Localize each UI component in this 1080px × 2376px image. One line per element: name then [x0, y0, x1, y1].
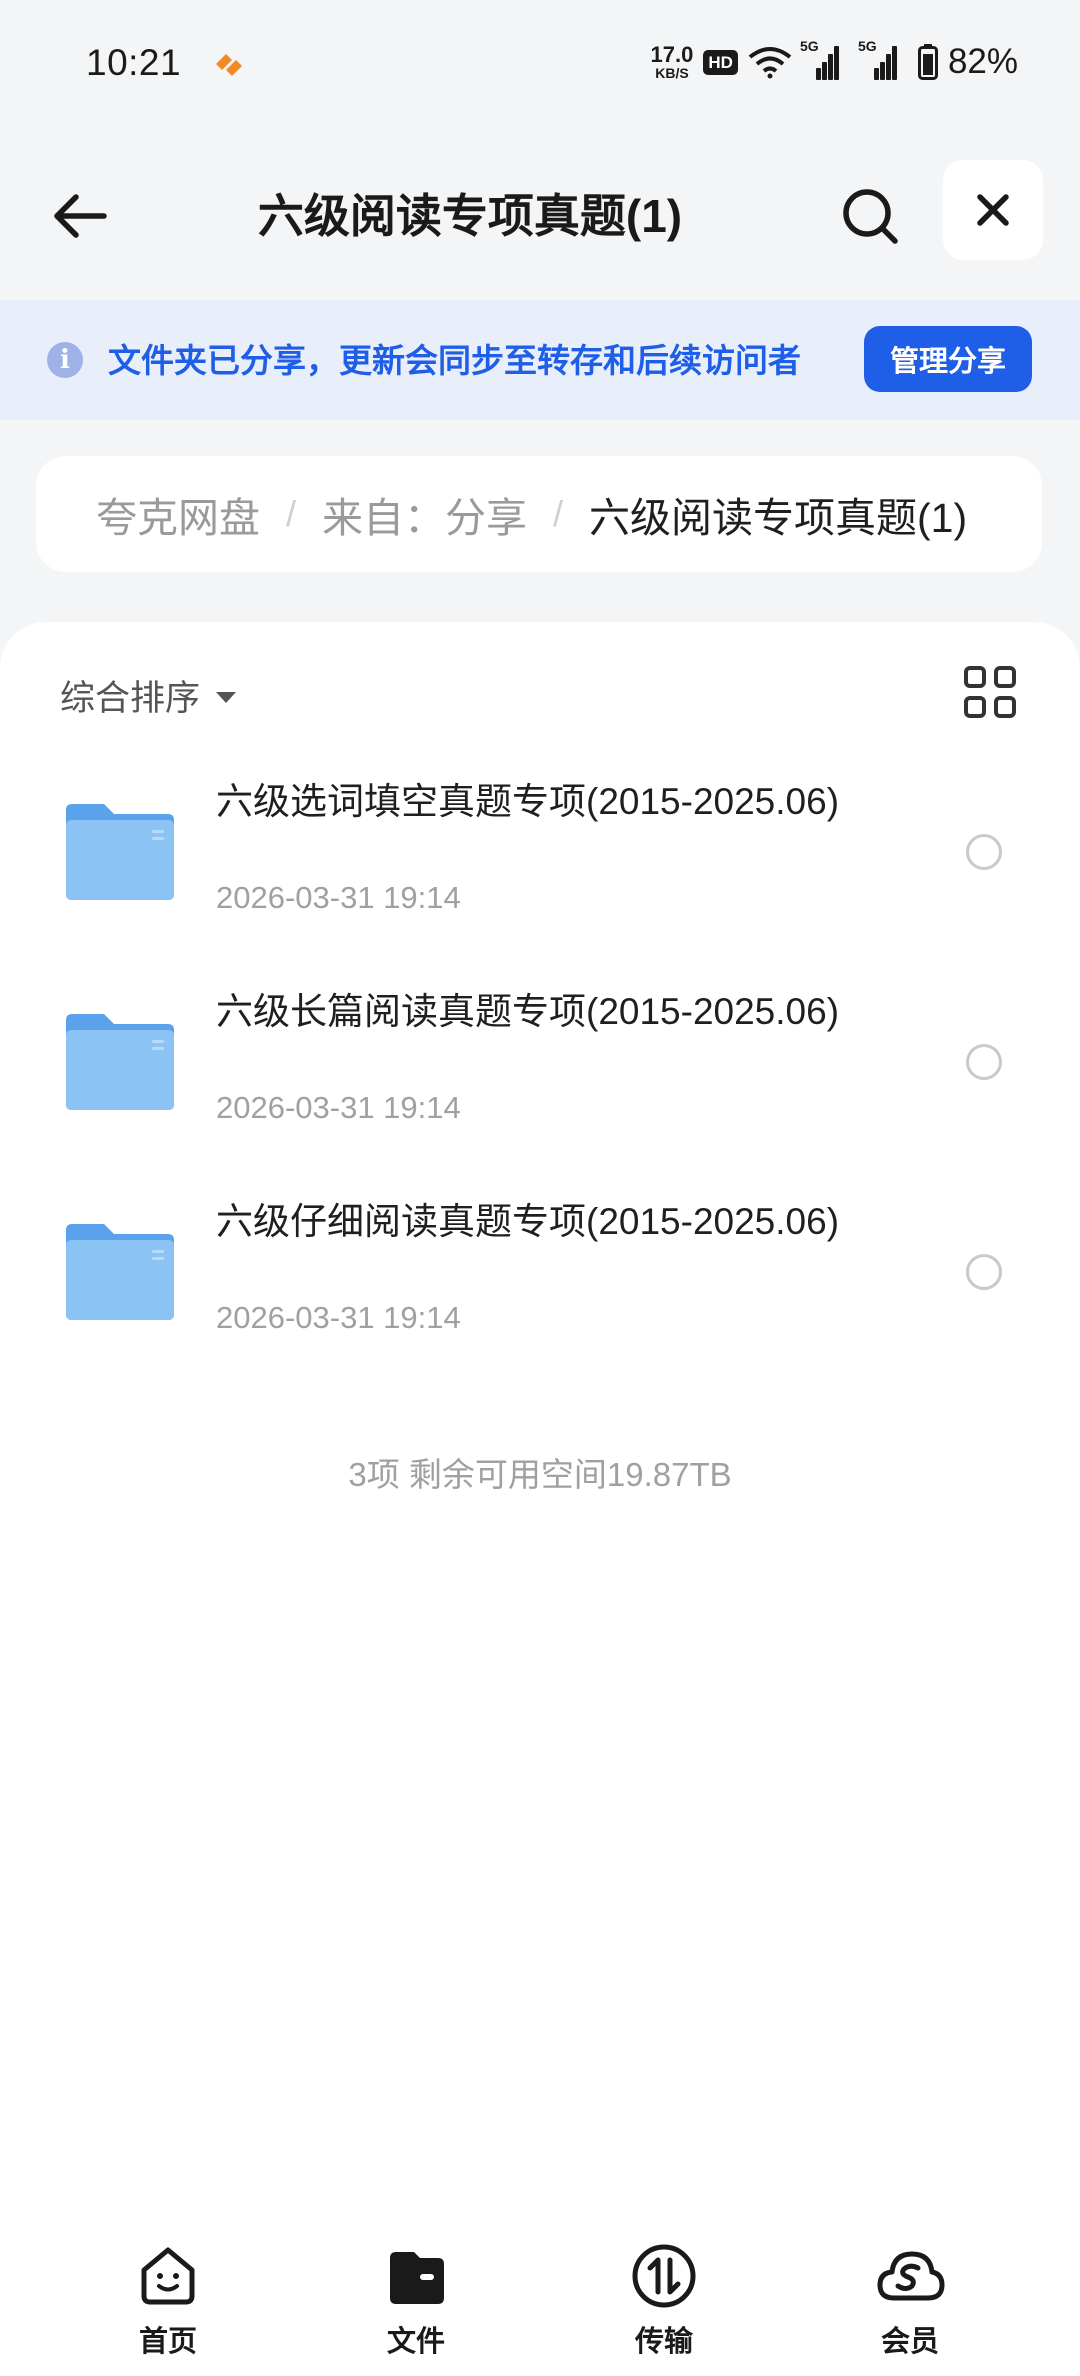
select-radio[interactable] — [966, 834, 1002, 870]
file-list-panel: 综合排序 六级选词填空真题专项(2015-2025.06) 2026-03-31… — [0, 622, 1080, 2376]
back-button[interactable] — [46, 182, 114, 250]
list-item[interactable]: 六级选词填空真题专项(2015-2025.06) 2026-03-31 19:1… — [0, 742, 1080, 952]
page: 10:21 17.0 KB/S HD 5G 5G 82% 六级阅读专项真题(1)… — [0, 0, 1080, 2376]
nav-label: 会员 — [880, 2326, 939, 2358]
cell-signal-1: 5G — [800, 38, 850, 80]
status-icons: 17.0 KB/S HD 5G 5G 82% — [650, 38, 1018, 84]
breadcrumb: 夸克网盘 / 来自：分享 / 六级阅读专项真题(1) — [36, 456, 1042, 572]
hd-badge: HD — [703, 49, 738, 75]
battery-icon — [917, 44, 938, 80]
caret-down-icon — [216, 692, 237, 703]
header: 六级阅读专项真题(1) — [0, 160, 1080, 300]
folder-wallet-icon — [390, 2252, 444, 2304]
info-icon: i — [47, 342, 83, 378]
nav-label: 传输 — [634, 2326, 693, 2358]
breadcrumb-item-shared[interactable]: 来自：分享 — [322, 484, 527, 544]
folder-icon — [66, 1224, 174, 1320]
status-time: 10:21 — [86, 42, 182, 83]
file-date: 2026-03-31 19:14 — [216, 1090, 461, 1125]
list-item[interactable]: 六级仔细阅读真题专项(2015-2025.06) 2026-03-31 19:1… — [0, 1162, 1080, 1372]
sort-button[interactable]: 综合排序 — [60, 670, 237, 721]
folder-icon — [66, 804, 174, 900]
file-date: 2026-03-31 19:14 — [216, 1300, 461, 1335]
nav-files[interactable]: 文件 — [356, 2240, 476, 2360]
select-radio[interactable] — [966, 1044, 1002, 1080]
page-title: 六级阅读专项真题(1) — [257, 190, 683, 242]
breadcrumb-separator: / — [553, 493, 564, 534]
home-smile-icon — [141, 2247, 195, 2305]
bottom-nav: 首页 文件 传输 会员 — [0, 2222, 1080, 2376]
file-name: 六级仔细阅读真题专项(2015-2025.06) — [216, 1201, 840, 1242]
nav-label: 首页 — [138, 2326, 197, 2358]
breadcrumb-item-root[interactable]: 夸克网盘 — [96, 484, 260, 544]
nav-home[interactable]: 首页 — [108, 2240, 228, 2360]
wifi-icon — [748, 47, 792, 79]
search-icon — [843, 189, 898, 244]
search-button[interactable] — [836, 182, 904, 250]
close-icon — [977, 194, 1009, 226]
file-name: 六级长篇阅读真题专项(2015-2025.06) — [216, 991, 840, 1032]
folder-icon — [66, 1014, 174, 1110]
status-bar: 10:21 17.0 KB/S HD 5G 5G 82% — [0, 0, 1080, 130]
breadcrumb-item-current: 六级阅读专项真题(1) — [589, 495, 968, 541]
storage-summary: 3项 剩余可用空间19.87TB — [348, 1456, 732, 1493]
breadcrumb-separator: / — [286, 493, 297, 534]
nav-member[interactable]: 会员 — [850, 2240, 970, 2360]
file-date: 2026-03-31 19:14 — [216, 880, 461, 915]
nav-label: 文件 — [386, 2326, 445, 2358]
nav-transfer[interactable]: 传输 — [604, 2240, 724, 2360]
battery-percent: 82% — [947, 42, 1018, 81]
network-speed: 17.0 KB/S — [650, 42, 694, 81]
sort-label: 综合排序 — [60, 679, 201, 718]
share-banner-text: 文件夹已分享，更新会同步至转存和后续访问者 — [108, 342, 801, 379]
cloud-member-icon — [877, 2251, 945, 2301]
manage-share-button[interactable]: 管理分享 — [864, 326, 1032, 392]
transfer-icon — [632, 2244, 696, 2308]
quark-app-icon — [216, 54, 242, 76]
close-button[interactable] — [943, 160, 1043, 260]
file-name: 六级选词填空真题专项(2015-2025.06) — [216, 781, 840, 822]
list-item[interactable]: 六级长篇阅读真题专项(2015-2025.06) 2026-03-31 19:1… — [0, 952, 1080, 1162]
cell-signal-2: 5G — [858, 38, 908, 80]
arrow-left-icon — [54, 194, 107, 238]
grid-view-icon[interactable] — [964, 666, 1016, 718]
select-radio[interactable] — [966, 1254, 1002, 1290]
